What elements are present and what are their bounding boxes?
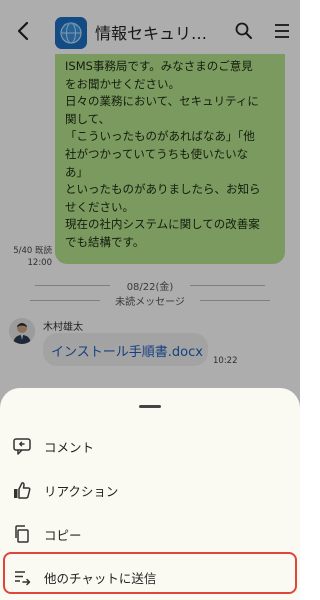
send-to-other-chat-label: 他のチャットに送信 <box>44 571 157 586</box>
copy-icon <box>12 524 32 544</box>
comment-label: コメント <box>44 440 95 455</box>
reaction-label: リアクション <box>44 484 119 499</box>
copy-action[interactable]: コピー <box>0 512 300 556</box>
reaction-action[interactable]: リアクション <box>0 468 300 512</box>
comment-action[interactable]: コメント <box>0 424 300 468</box>
action-bottom-sheet: コメント リアクション コピー 他のチャットに送信 <box>0 388 300 600</box>
comment-icon <box>12 436 32 456</box>
thumbs-up-icon <box>12 480 32 500</box>
copy-label: コピー <box>44 528 82 543</box>
send-to-other-chat-action[interactable]: 他のチャットに送信 <box>0 555 300 599</box>
forward-icon <box>12 567 32 587</box>
drag-handle[interactable] <box>139 405 161 408</box>
